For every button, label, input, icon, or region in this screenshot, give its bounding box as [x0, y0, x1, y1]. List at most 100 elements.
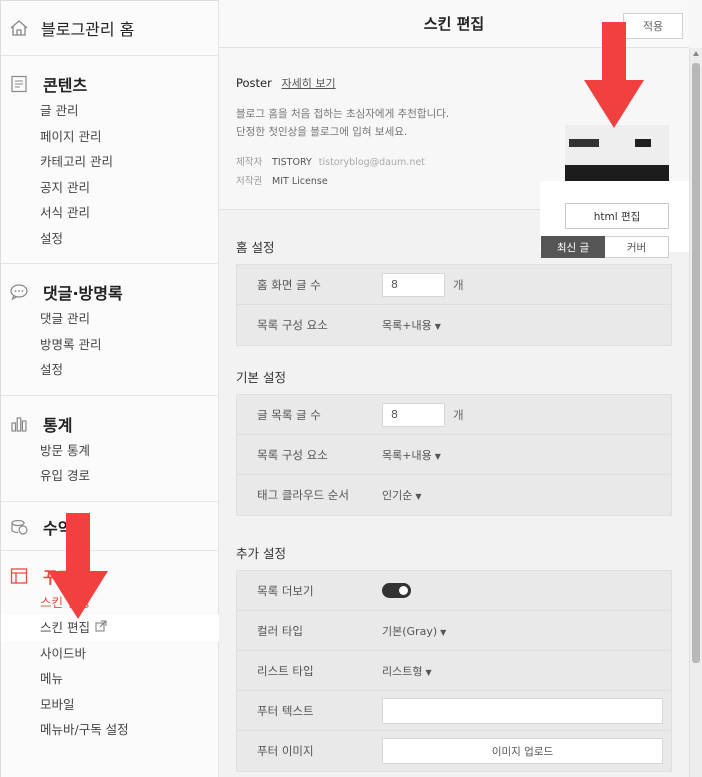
sidebar-comments-head[interactable]: 댓글·방명록: [1, 278, 218, 306]
footer-text-row: 푸터 텍스트: [237, 691, 671, 731]
page-title: 스킨 편집: [423, 15, 485, 33]
sidebar-contents-title: 콘텐츠: [43, 76, 88, 95]
tag-cloud-value: 인기순: [382, 489, 413, 502]
maker-email: tistoryblog@daum.net: [318, 157, 425, 168]
basic-post-count-label: 글 목록 글 수: [257, 407, 321, 422]
sidebar-comments-title: 댓글·방명록: [43, 284, 123, 303]
home-list-elements-row: 목록 구성 요소 목록+내용 ▼: [237, 305, 671, 345]
sidebar-item-notices[interactable]: 공지 관리: [1, 175, 218, 201]
sidebar-stats-title: 통계: [43, 415, 73, 435]
basic-list-elements-row: 목록 구성 요소 목록+내용 ▼: [237, 435, 671, 475]
sidebar-section-stats: 통계 방문 통계 유입 경로: [1, 396, 218, 502]
sidebar-item-skin-change[interactable]: 스킨 변경: [1, 590, 218, 616]
caret-down-icon: ▼: [434, 451, 441, 461]
sidebar-item-referrers[interactable]: 유입 경로: [1, 463, 218, 489]
basic-list-elements-value: 목록+내용: [382, 448, 432, 462]
sidebar-section-decorate: 꾸미기 스킨 변경 스킨 편집 사이드바 메뉴 모바일 메뉴바/구독 설정: [1, 551, 219, 755]
settings: 홈 설정 홈 화면 글 수 8 개 목록 구성 요소 목록+내용 ▼ 기본 설정 …: [219, 210, 689, 772]
basic-settings-panel: 글 목록 글 수 8 개 목록 구성 요소 목록+내용 ▼ 태그 클라우드 순서 …: [236, 394, 672, 516]
basic-post-count-unit: 개: [453, 407, 464, 422]
home-list-elements-select[interactable]: 목록+내용 ▼: [382, 317, 441, 333]
more-toggle[interactable]: [382, 583, 411, 598]
extra-settings-panel: 목록 더보기 컬러 타입 기본(Gray) ▼ 리스트 타입 리스트형 ▼ 푸터 텍…: [236, 570, 672, 772]
sidebar-stats-head[interactable]: 통계: [1, 410, 218, 438]
color-type-row: 컬러 타입 기본(Gray) ▼: [237, 611, 671, 651]
maker-value: TISTORY: [272, 157, 312, 168]
home-icon: [9, 18, 29, 38]
sidebar-home-label: 블로그관리 홈: [41, 20, 135, 39]
home-post-count-input[interactable]: 8: [382, 272, 445, 297]
license-value: MIT License: [272, 176, 328, 187]
footer-text-input[interactable]: [382, 697, 663, 724]
caret-down-icon: ▼: [415, 492, 422, 501]
list-type-row: 리스트 타입 리스트형 ▼: [237, 651, 671, 691]
sidebar-decorate-head[interactable]: 꾸미기: [1, 562, 218, 590]
sidebar-revenue-head[interactable]: 수익: [1, 513, 218, 541]
sidebar-item-visit-stats[interactable]: 방문 통계: [1, 438, 218, 464]
basic-list-elements-select[interactable]: 목록+내용 ▼: [382, 447, 441, 463]
sidebar-section-contents: 콘텐츠 글 관리 페이지 관리 카테고리 관리 공지 관리 서식 관리 설정: [1, 56, 218, 264]
caret-down-icon: ▼: [425, 667, 432, 677]
html-edit-button[interactable]: html 편집: [565, 203, 669, 229]
sidebar: 블로그관리 홈 콘텐츠 글 관리 페이지 관리 카테고리 관리 공지 관리 서식…: [0, 0, 219, 777]
skin-detail-link[interactable]: 자세히 보기: [282, 77, 336, 90]
tag-cloud-label: 태그 클라우드 순서: [257, 488, 349, 502]
arrow-down-icon: [584, 22, 644, 128]
home-settings-tabs: 최신 글 커버: [541, 236, 669, 258]
tag-cloud-row: 태그 클라우드 순서 인기순 ▼: [237, 475, 671, 515]
color-type-select[interactable]: 기본(Gray) ▼: [382, 623, 446, 639]
speech-bubble-icon: [9, 282, 29, 302]
sidebar-section-revenue: 수익: [1, 502, 218, 551]
extra-settings-title: 추가 설정: [236, 546, 286, 561]
basic-post-count-row: 글 목록 글 수 8 개: [237, 395, 671, 435]
caret-down-icon: ▼: [434, 322, 441, 331]
sidebar-item-sidebar[interactable]: 사이드바: [1, 641, 218, 667]
footer-text-label: 푸터 텍스트: [257, 703, 314, 718]
sidebar-contents-head[interactable]: 콘텐츠: [1, 70, 218, 98]
sidebar-item-comments[interactable]: 댓글 관리: [1, 306, 218, 332]
home-list-elements-label: 목록 구성 요소: [257, 318, 328, 332]
scrollbar-thumb[interactable]: [692, 63, 700, 663]
caret-down-icon: ▼: [440, 627, 447, 637]
sidebar-item-menu[interactable]: 메뉴: [1, 666, 218, 692]
scrollbar[interactable]: [689, 48, 702, 777]
basic-post-count-input[interactable]: 8: [382, 402, 445, 427]
footer-image-row: 푸터 이미지 이미지 업로드: [237, 731, 671, 771]
sidebar-item-comments-settings[interactable]: 설정: [1, 357, 218, 383]
tag-cloud-select[interactable]: 인기순 ▼: [382, 487, 422, 503]
tab-latest-posts[interactable]: 최신 글: [541, 236, 605, 258]
coin-icon: [9, 517, 29, 537]
sidebar-item-contents-settings[interactable]: 설정: [1, 226, 218, 252]
skin-name: Poster: [236, 76, 272, 90]
list-type-select[interactable]: 리스트형 ▼: [382, 663, 432, 679]
sidebar-section-comments: 댓글·방명록 댓글 관리 방명록 관리 설정: [1, 264, 218, 396]
sidebar-item-categories[interactable]: 카테고리 관리: [1, 149, 218, 175]
document-icon: [9, 74, 29, 94]
sidebar-home[interactable]: 블로그관리 홈: [1, 1, 218, 56]
color-type-label: 컬러 타입: [257, 623, 303, 638]
home-post-count-label: 홈 화면 글 수: [257, 277, 321, 292]
list-type-label: 리스트 타입: [257, 663, 314, 678]
bar-chart-icon: [9, 414, 29, 434]
home-post-count-row: 홈 화면 글 수 8 개: [237, 265, 671, 305]
sidebar-item-pages[interactable]: 페이지 관리: [1, 124, 218, 150]
sidebar-item-posts[interactable]: 글 관리: [1, 98, 218, 124]
sidebar-item-templates[interactable]: 서식 관리: [1, 200, 218, 226]
home-list-elements-value: 목록+내용: [382, 319, 432, 332]
sidebar-item-menubar-subscribe[interactable]: 메뉴바/구독 설정: [1, 717, 218, 743]
more-row: 목록 더보기: [237, 571, 671, 611]
license-label: 저작권: [236, 176, 263, 187]
maker-label: 제작자: [236, 157, 263, 168]
list-type-value: 리스트형: [382, 664, 423, 678]
scroll-up-icon[interactable]: [693, 51, 699, 56]
footer-image-label: 푸터 이미지: [257, 744, 314, 758]
basic-settings-title: 기본 설정: [236, 370, 286, 385]
sidebar-item-mobile[interactable]: 모바일: [1, 692, 218, 718]
sidebar-item-guestbook[interactable]: 방명록 관리: [1, 332, 218, 358]
image-upload-button[interactable]: 이미지 업로드: [382, 738, 663, 764]
more-label: 목록 더보기: [257, 583, 314, 598]
home-settings-panel: 홈 화면 글 수 8 개 목록 구성 요소 목록+내용 ▼: [236, 264, 672, 346]
tab-cover[interactable]: 커버: [605, 236, 669, 258]
skin-thumbnail: [565, 125, 669, 198]
sidebar-item-skin-edit[interactable]: 스킨 편집: [1, 615, 219, 641]
